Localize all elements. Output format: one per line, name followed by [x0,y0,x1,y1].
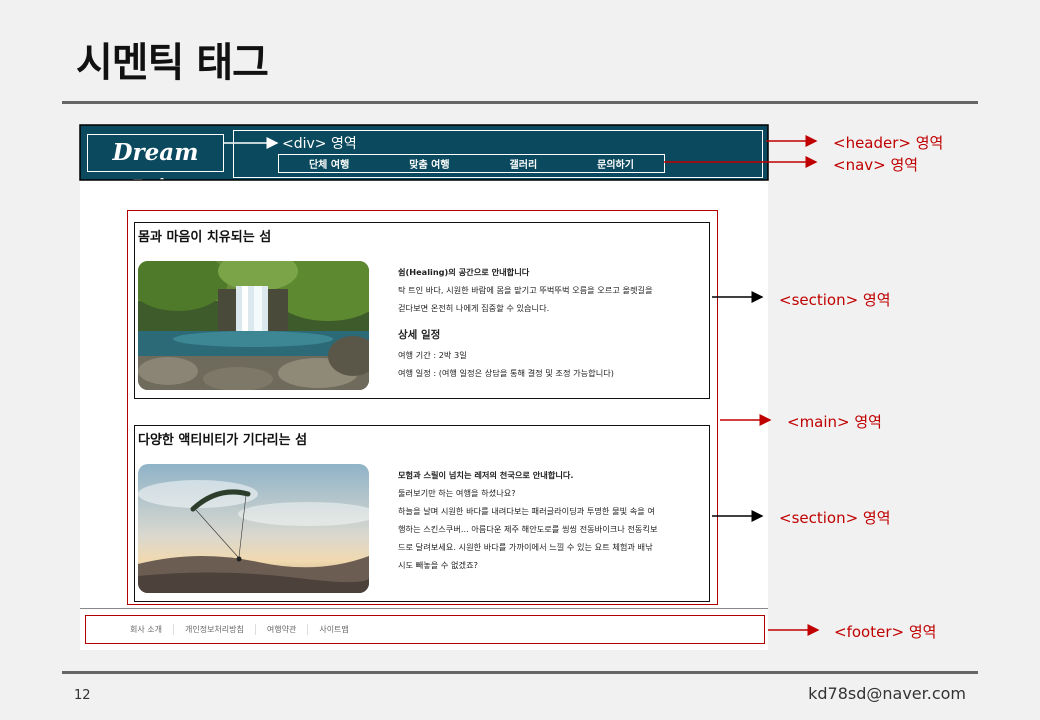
section-annotation-1: <section> 영역 [779,291,891,309]
nav-annotation: <nav> 영역 [833,156,919,174]
header-annotation: <header> 영역 [833,134,944,152]
bottom-divider [62,671,978,674]
footer-annotation: <footer> 영역 [834,623,937,641]
main-annotation: <main> 영역 [787,413,882,431]
author-email: kd78sd@naver.com [808,684,966,703]
section-annotation-2: <section> 영역 [779,509,891,527]
annotation-arrows [79,124,820,636]
header-outline [79,124,769,181]
page-number: 12 [74,688,91,703]
